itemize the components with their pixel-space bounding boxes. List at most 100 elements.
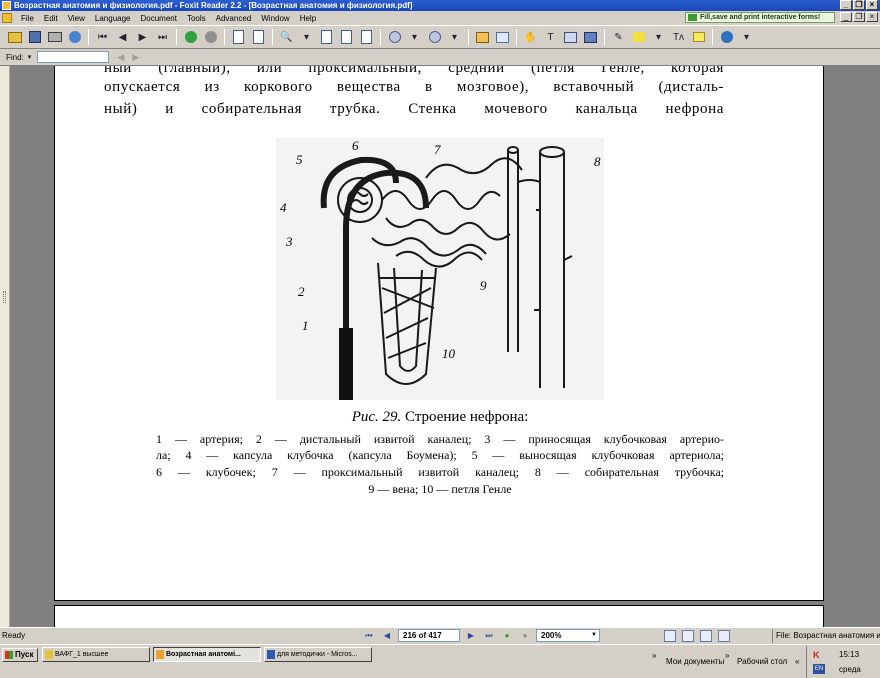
doc-close-button[interactable]: × [866,12,878,22]
chevron-down-icon[interactable]: ▾ [298,29,315,46]
bookmarks-icon[interactable] [474,29,491,46]
doc-minimize-button[interactable]: _ [840,12,852,22]
chevron-down-icon[interactable]: ▾ [446,29,463,46]
clock-time[interactable]: 15:13 [839,650,859,659]
system-tray: K EN 15:13 среда [806,646,880,678]
select-text-icon[interactable]: T [542,29,559,46]
menu-edit[interactable]: Edit [39,14,63,23]
chevron-down-icon[interactable]: ▾ [28,53,32,61]
menu-view[interactable]: View [63,14,90,23]
first-page-icon[interactable]: ⏮ [94,29,111,46]
chevron-down-icon[interactable]: ▼ [591,630,597,641]
start-label: Пуск [15,650,34,659]
minimize-button[interactable]: _ [840,0,852,10]
find-next-icon[interactable]: ▶ [132,52,139,63]
menu-help[interactable]: Help [295,14,321,23]
document-viewport[interactable]: ный (главный), или проксимальный, средни… [0,66,880,627]
vertical-scrollbar[interactable] [0,66,10,627]
start-button[interactable]: Пуск [2,648,38,662]
save-icon[interactable] [26,29,43,46]
taskbar-item-foxit[interactable]: Возрастная анатомі... [153,647,261,662]
toolbar-separator [88,29,89,45]
figure-label-2: 2 [298,284,305,299]
info-icon[interactable] [718,29,735,46]
zoom-tool-icon[interactable]: 🔍 [278,29,295,46]
chevron-down-icon[interactable]: ▾ [738,29,755,46]
previous-page-icon[interactable]: ◀ [114,29,131,46]
go-forward-icon[interactable] [202,29,219,46]
continuous-view-icon[interactable] [682,630,694,642]
note-icon[interactable] [690,29,707,46]
next-page-icon[interactable]: ▶ [134,29,151,46]
zoom-level-field[interactable]: 200% ▼ [536,629,600,642]
fit-page-icon[interactable] [338,29,355,46]
chevron-down-icon[interactable]: ▾ [406,29,423,46]
fit-width-icon[interactable] [358,29,375,46]
nephron-illustration [320,146,573,400]
typewriter-icon[interactable]: Tʌ [670,29,687,46]
chevron-left-icon[interactable]: « [795,657,799,666]
antivirus-icon[interactable]: K [813,650,822,660]
title-bar: Возрастная анатомия и физиология.pdf - F… [0,0,880,11]
taskbar-item-word[interactable]: для методички - Micros... [264,647,372,662]
restore-button[interactable]: ❐ [853,0,865,10]
print-icon[interactable] [46,29,63,46]
window-title: Возрастная анатомия и физиология.pdf - F… [14,1,413,10]
menu-advanced[interactable]: Advanced [211,14,257,23]
highlight-icon[interactable] [630,29,647,46]
doc-restore-button[interactable]: ❐ [853,12,865,22]
menu-tools[interactable]: Tools [182,14,211,23]
thumbnails-icon[interactable] [494,29,511,46]
chevron-down-icon[interactable]: ▾ [650,29,667,46]
task-label: для методички - Micros... [277,651,358,658]
figure-label-5: 5 [296,152,303,167]
single-page-view-icon[interactable] [664,630,676,642]
toolbar-separator [380,29,381,45]
toolbar-separator [272,29,273,45]
promo-text: Fill,save and print interactive forms! [700,14,821,21]
scrollbar-grip[interactable] [3,291,6,303]
hand-tool-icon[interactable]: ✋ [522,29,539,46]
image-select-icon[interactable] [582,29,599,46]
rotate-left-icon[interactable] [230,29,247,46]
menu-file[interactable]: File [16,14,39,23]
last-page-button[interactable]: ⏭ [482,629,496,642]
chevron-right-icon[interactable]: » [725,651,729,660]
next-page-button[interactable]: ▶ [464,629,478,642]
rotate-right-icon[interactable] [250,29,267,46]
toolbar-separator [516,29,517,45]
promo-banner[interactable]: Fill,save and print interactive forms! [685,12,835,23]
close-button[interactable]: × [866,0,878,10]
last-page-icon[interactable]: ⏭ [154,29,171,46]
find-input[interactable] [37,51,110,63]
task-label: Возрастная анатомі... [166,651,241,658]
previous-page-button[interactable]: ◀ [380,629,394,642]
open-icon[interactable] [6,29,23,46]
go-back-icon[interactable] [182,29,199,46]
zoom-in-icon[interactable] [426,29,443,46]
my-documents-link[interactable]: Мои документы [666,657,724,666]
find-previous-icon[interactable]: ◀ [117,52,124,63]
document-icon[interactable] [2,13,12,23]
zoom-out-icon[interactable] [386,29,403,46]
actual-size-icon[interactable] [318,29,335,46]
desktop-link[interactable]: Рабочий стол [737,657,787,666]
first-page-button[interactable]: ⏮ [362,629,376,642]
pencil-icon[interactable]: ✎ [610,29,627,46]
facing-view-icon[interactable] [700,630,712,642]
figure-label-1: 1 [302,318,309,333]
menu-window[interactable]: Window [256,14,294,23]
folder-icon [45,650,53,659]
page-number-field[interactable]: 216 of 417 [398,629,460,642]
menu-document[interactable]: Document [135,14,181,23]
pdf-icon [156,650,164,659]
snapshot-icon[interactable] [562,29,579,46]
taskbar-item-folder[interactable]: ВАФГ_1 высшее [42,647,150,662]
language-indicator[interactable]: EN [813,664,825,674]
menu-language[interactable]: Language [90,14,136,23]
go-back-icon[interactable]: ● [500,629,514,642]
email-icon[interactable] [66,29,83,46]
continuous-facing-view-icon[interactable] [718,630,730,642]
go-forward-icon[interactable]: ● [518,629,532,642]
chevron-right-icon[interactable]: » [652,651,656,660]
